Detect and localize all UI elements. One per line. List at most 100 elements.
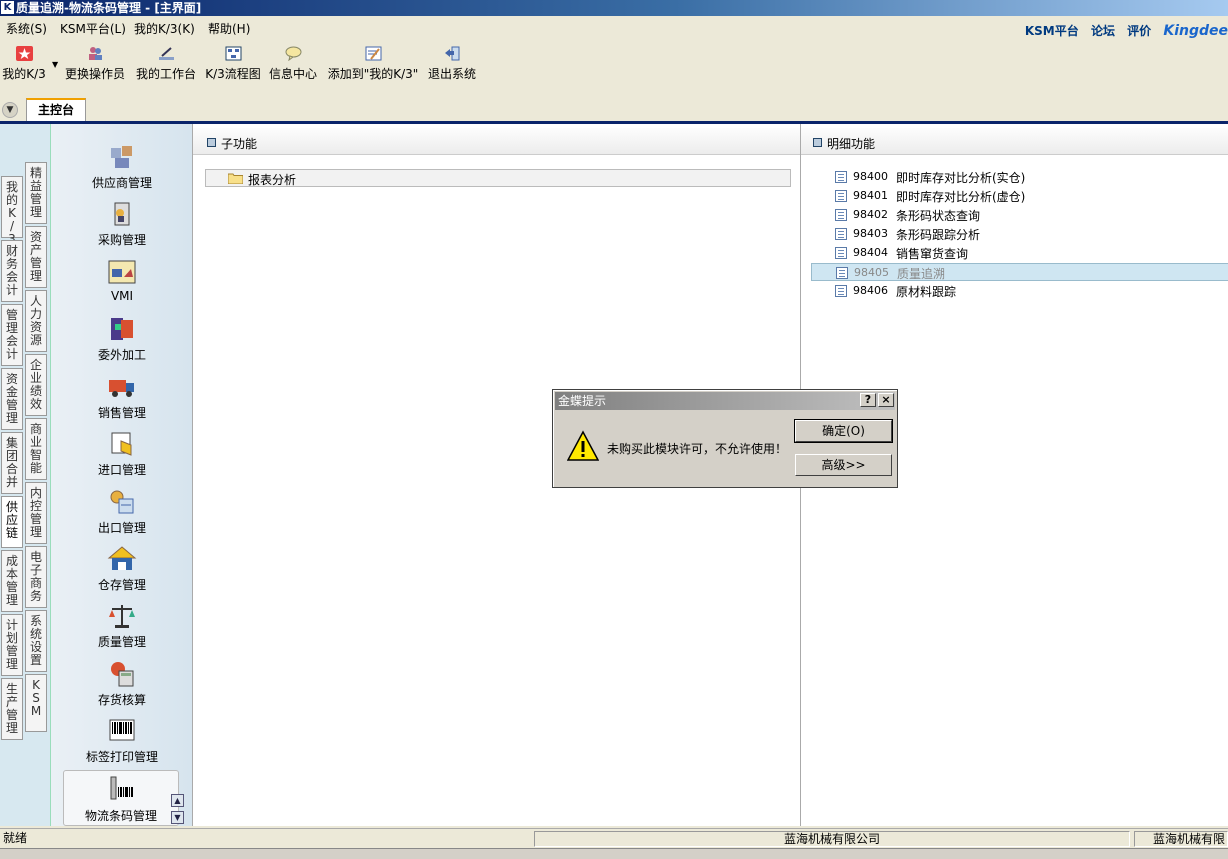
app-icon[interactable]: K [1, 1, 14, 14]
module-import[interactable]: 进口管理 [51, 429, 193, 478]
users-icon [88, 47, 102, 60]
window-title: 质量追溯-物流条码管理 - [主界面] [16, 1, 202, 15]
menu-right-links: KSM平台 论坛 评价 Kingdee [1025, 22, 1228, 39]
detail-item-98402[interactable]: 98402 条形码状态查询 [811, 206, 1228, 224]
ok-button[interactable]: 确定(O) [794, 419, 893, 443]
document-icon [835, 209, 847, 221]
warning-icon [567, 430, 599, 461]
pen-icon [158, 47, 174, 60]
dialog-title-bar: 金蝶提示 ? × [555, 392, 895, 410]
folder-icon [228, 173, 243, 184]
document-icon [835, 228, 847, 240]
side-tab-group[interactable]: 集团合并 [1, 432, 23, 494]
advanced-button[interactable]: 高级>> [795, 454, 892, 476]
my-k3-button[interactable]: 我的K/3 [2, 46, 46, 82]
side-tab-production[interactable]: 生产管理 [1, 678, 23, 740]
info-center-button[interactable]: 信息中心 [268, 46, 318, 82]
supplier-icon [111, 146, 132, 168]
side-tab-fund[interactable]: 资金管理 [1, 368, 23, 430]
import-icon [111, 432, 132, 456]
switch-operator-button[interactable]: 更换操作员 [64, 46, 126, 82]
license-warning-dialog: 金蝶提示 ? × 未购买此模块许可，不允许使用！ 确定(O) 高级>> [552, 389, 898, 488]
side-tab-cost[interactable]: 成本管理 [1, 550, 23, 612]
detail-item-98404[interactable]: 98404 销售窜货查询 [811, 244, 1228, 262]
module-vmi[interactable]: VMI [51, 257, 193, 303]
menu-help[interactable]: 帮助(H) [208, 20, 250, 37]
module-label-printing[interactable]: 标签打印管理 [51, 716, 193, 765]
detail-function-header: 明细功能 [801, 128, 1228, 155]
barcode-icon [109, 719, 135, 741]
status-company-right: 蓝海机械有限 [1134, 831, 1228, 847]
menu-ksm[interactable]: KSM平台(L) [60, 20, 126, 37]
module-scroll-up-icon[interactable]: ▲ [171, 794, 184, 807]
side-tab-ecommerce[interactable]: 电子商务 [25, 546, 47, 608]
side-tab-my-k3[interactable]: 我的 K/3 [1, 176, 23, 246]
side-tab-mgmt-accounting[interactable]: 管理会计 [1, 304, 23, 366]
header-bullet-icon [207, 138, 216, 147]
document-icon [835, 285, 847, 297]
export-icon [110, 490, 134, 514]
side-tabs: 我的 K/3 财务会计 管理会计 资金管理 集团合并 供应链 成本管理 计划管理 … [0, 124, 50, 826]
rating-link[interactable]: 评价 [1127, 24, 1151, 38]
taskbar-strip [0, 848, 1228, 859]
k3-flowchart-button[interactable]: K/3流程图 [204, 46, 262, 82]
document-icon [835, 171, 847, 183]
scale-icon [109, 605, 135, 628]
dialog-message: 未购买此模块许可，不允许使用！ [607, 442, 788, 456]
detail-item-98401[interactable]: 98401 即时库存对比分析(虚仓) [811, 187, 1228, 205]
side-tab-lean[interactable]: 精益管理 [25, 162, 47, 224]
my-k3-dropdown-icon[interactable]: ▼ [52, 60, 58, 69]
purchase-icon [114, 202, 130, 226]
detail-item-98405[interactable]: 98405 质量追溯 [811, 263, 1228, 281]
message-icon [285, 46, 301, 61]
side-tab-bi[interactable]: 商业智能 [25, 418, 47, 480]
tab-list-dropdown-icon[interactable]: ▼ [2, 102, 18, 118]
side-tab-supply-chain[interactable]: 供应链 [1, 496, 23, 548]
module-export[interactable]: 出口管理 [51, 487, 193, 536]
document-icon [836, 267, 848, 279]
module-inventory-accounting[interactable]: 存货核算 [51, 659, 193, 708]
menu-bar: 系统(S) KSM平台(L) 我的K/3(K) 帮助(H) KSM平台 论坛 评… [0, 16, 1228, 40]
brand-logo: Kingdee [1163, 23, 1228, 39]
detail-item-98403[interactable]: 98403 条形码跟踪分析 [811, 225, 1228, 243]
dialog-help-button[interactable]: ? [860, 393, 876, 407]
star-icon [15, 46, 33, 61]
side-tab-performance[interactable]: 企业绩效 [25, 354, 47, 416]
side-tab-finance[interactable]: 财务会计 [1, 240, 23, 302]
menu-my-k3[interactable]: 我的K/3(K) [134, 20, 195, 37]
folder-report-analysis[interactable]: 报表分析 [205, 169, 791, 187]
outsourcing-icon [111, 318, 133, 340]
side-tab-internal-control[interactable]: 内控管理 [25, 482, 47, 544]
side-tab-system-settings[interactable]: 系统设置 [25, 610, 47, 672]
module-warehouse[interactable]: 仓存管理 [51, 544, 193, 593]
tab-main-console[interactable]: 主控台 [26, 98, 86, 121]
detail-item-98406[interactable]: 98406 原材料跟踪 [811, 282, 1228, 300]
module-outsourcing[interactable]: 委外加工 [51, 314, 193, 363]
add-to-my-k3-button[interactable]: 添加到"我的K/3" [326, 46, 420, 82]
dialog-close-button[interactable]: × [878, 393, 894, 407]
forum-link[interactable]: 论坛 [1091, 24, 1115, 38]
exit-system-button[interactable]: 退出系统 [426, 46, 478, 82]
side-tab-assets[interactable]: 资产管理 [25, 226, 47, 288]
module-scroll-down-icon[interactable]: ▼ [171, 811, 184, 824]
ksm-link[interactable]: KSM平台 [1025, 24, 1079, 38]
detail-item-98400[interactable]: 98400 即时库存对比分析(实仓) [811, 168, 1228, 186]
document-icon [835, 190, 847, 202]
module-logistics-barcode[interactable]: 物流条码管理 [63, 770, 179, 826]
dialog-title: 金蝶提示 [558, 394, 607, 408]
menu-system[interactable]: 系统(S) [6, 20, 47, 37]
module-quality[interactable]: 质量管理 [51, 601, 193, 650]
side-tab-hr[interactable]: 人力资源 [25, 290, 47, 352]
side-tab-planning[interactable]: 计划管理 [1, 614, 23, 676]
module-purchase[interactable]: 采购管理 [51, 199, 193, 248]
status-company: 蓝海机械有限公司 [534, 831, 1130, 847]
header-bullet-icon [813, 138, 822, 147]
exit-icon [444, 46, 459, 61]
vmi-icon [108, 260, 136, 284]
my-workbench-button[interactable]: 我的工作台 [134, 46, 198, 82]
module-sales[interactable]: 销售管理 [51, 372, 193, 421]
document-icon [835, 247, 847, 259]
title-bar: K 质量追溯-物流条码管理 - [主界面] [0, 0, 1228, 16]
module-supplier[interactable]: 供应商管理 [51, 142, 193, 191]
side-tab-ksm[interactable]: KSM [25, 674, 47, 732]
